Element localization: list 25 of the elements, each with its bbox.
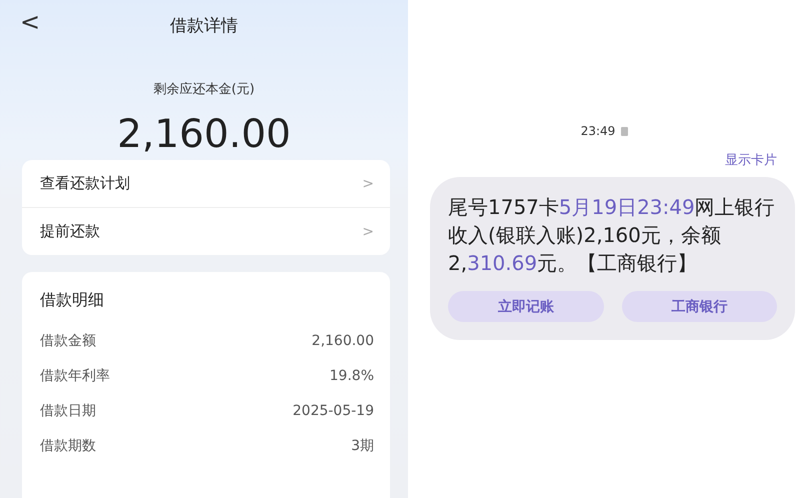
action-button[interactable]: 工商银行 [622, 291, 777, 322]
link[interactable]: 5月19日23:49 [558, 195, 695, 219]
remaining-amount: 2,160.00 [116, 111, 292, 159]
detail-value: 2025-05-19 [292, 402, 374, 418]
menu-item[interactable]: 查看还款计划 > [22, 160, 390, 207]
show-card-link[interactable]: 显示卡片 [725, 151, 777, 169]
message-text: 尾号1757卡5月19日23:49网上银行 收入(银联入账)2,160元，余额 2,310.69元。【工商银行】 [448, 194, 776, 277]
message-time: 23:49 [580, 124, 616, 138]
action-button[interactable]: 立即记账 [448, 291, 604, 322]
page-title: 借款详情 [170, 14, 238, 36]
menu-item[interactable]: 提前还款 > [22, 207, 390, 255]
link[interactable]: 310.69 [467, 251, 538, 275]
remaining-label: 剩余应还本金(元) [152, 81, 256, 98]
detail-label: 借款期数 [40, 436, 96, 454]
back-button[interactable]: < [14, 8, 46, 36]
detail-value: 2,160.00 [312, 332, 374, 348]
section-title: 借款明细 [40, 290, 105, 311]
chevron-icon: > [362, 176, 374, 192]
detail-label: 借款日期 [40, 402, 96, 420]
chevron-icon: > [362, 224, 374, 240]
detail-value: 19.8% [330, 368, 374, 384]
detail-value: 3期 [351, 436, 374, 454]
detail-label: 借款金额 [40, 332, 96, 350]
sim-icon [621, 126, 628, 136]
detail-label: 借款年利率 [40, 366, 110, 384]
